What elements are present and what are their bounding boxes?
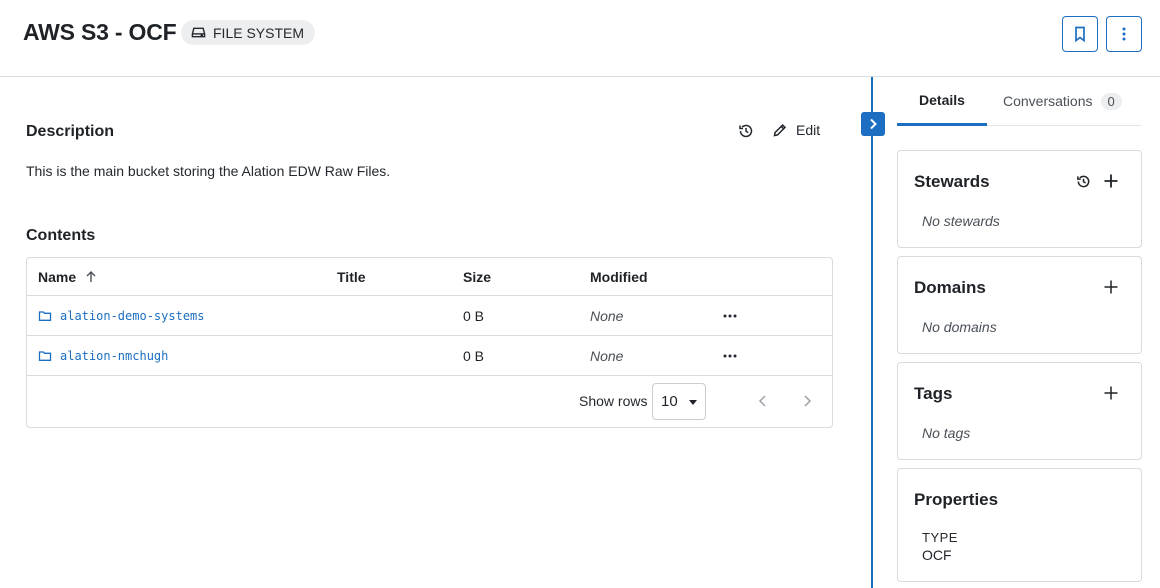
caret-down-icon xyxy=(688,399,697,405)
stewards-empty-text: No stewards xyxy=(922,213,1000,229)
properties-card: Properties TYPE OCF xyxy=(897,468,1142,582)
collapse-panel-button[interactable] xyxy=(861,112,885,136)
row-name-cell[interactable]: alation-nmchugh xyxy=(38,336,168,375)
tab-details[interactable]: Details xyxy=(897,77,987,126)
property-type-label: TYPE xyxy=(922,530,958,545)
table-row: alation-nmchugh 0 B None xyxy=(27,336,832,376)
bookmark-button[interactable] xyxy=(1062,16,1098,52)
row-modified-cell: None xyxy=(590,347,624,364)
chevron-right-icon xyxy=(870,118,877,130)
edit-description-button[interactable]: Edit xyxy=(772,122,820,138)
object-type-label: FILE SYSTEM xyxy=(213,24,305,41)
panel-tabs: Details Conversations 0 xyxy=(897,77,1141,126)
tags-heading: Tags xyxy=(914,384,953,403)
more-vertical-icon xyxy=(1122,27,1126,41)
rows-per-page-select[interactable]: 10 xyxy=(652,383,706,420)
row-size-cell: 0 B xyxy=(463,347,485,364)
tab-conversations[interactable]: Conversations 0 xyxy=(1003,77,1122,125)
table-pagination: Show rows 10 xyxy=(27,376,832,427)
stewards-card: Stewards No stewards xyxy=(897,150,1142,248)
bookmark-icon xyxy=(1075,26,1085,43)
add-steward-icon[interactable] xyxy=(1103,173,1119,189)
description-text: This is the main bucket storing the Alat… xyxy=(26,163,391,179)
edit-label: Edit xyxy=(796,122,821,138)
folder-icon xyxy=(38,350,52,361)
add-tag-icon[interactable] xyxy=(1103,385,1119,401)
item-link[interactable]: alation-nmchugh xyxy=(60,349,168,363)
chevron-right-icon[interactable] xyxy=(799,393,815,409)
tags-empty-text: No tags xyxy=(922,425,971,441)
conversations-count-badge: 0 xyxy=(1100,92,1122,110)
domains-heading: Domains xyxy=(914,278,986,297)
row-name-cell[interactable]: alation-demo-systems xyxy=(38,296,205,335)
column-header-name[interactable]: Name xyxy=(38,258,98,295)
domains-card: Domains No domains xyxy=(897,256,1142,354)
column-header-title[interactable]: Title xyxy=(337,258,366,295)
contents-heading: Contents xyxy=(26,227,96,244)
panel-divider[interactable] xyxy=(871,77,873,588)
stewards-heading: Stewards xyxy=(914,172,990,191)
folder-icon xyxy=(38,310,52,321)
drive-icon xyxy=(191,27,206,38)
history-icon[interactable] xyxy=(738,123,754,139)
rows-per-page-value: 10 xyxy=(661,393,678,410)
domains-empty-text: No domains xyxy=(922,319,997,335)
more-horizontal-icon xyxy=(723,354,737,357)
table-row: alation-demo-systems 0 B None xyxy=(27,296,832,336)
item-link[interactable]: alation-demo-systems xyxy=(60,309,205,323)
table-header-row: Name Title Size Modified xyxy=(27,258,832,296)
add-domain-icon[interactable] xyxy=(1103,279,1119,295)
history-icon[interactable] xyxy=(1076,174,1091,189)
row-actions-button[interactable] xyxy=(722,296,738,335)
description-heading: Description xyxy=(26,123,115,140)
page-header: AWS S3 - OCF FILE SYSTEM xyxy=(0,0,1160,77)
object-type-chip: FILE SYSTEM xyxy=(181,20,316,45)
pencil-icon xyxy=(773,123,787,137)
show-rows-label: Show rows xyxy=(579,393,648,409)
chevron-left-icon[interactable] xyxy=(755,393,771,409)
column-header-size[interactable]: Size xyxy=(463,258,491,295)
more-horizontal-icon xyxy=(723,314,737,317)
tab-conversations-label: Conversations xyxy=(1003,93,1093,109)
contents-table: Name Title Size Modified alation-demo-sy… xyxy=(26,257,833,428)
page-title: AWS S3 - OCF xyxy=(23,19,177,45)
properties-heading: Properties xyxy=(914,490,999,509)
column-header-modified[interactable]: Modified xyxy=(590,258,648,295)
tags-card: Tags No tags xyxy=(897,362,1142,460)
sort-ascending-icon xyxy=(86,270,96,282)
property-type-value: OCF xyxy=(922,547,952,563)
row-modified-cell: None xyxy=(590,307,624,324)
row-actions-button[interactable] xyxy=(722,336,738,375)
more-actions-button[interactable] xyxy=(1106,16,1142,52)
row-size-cell: 0 B xyxy=(463,307,485,324)
